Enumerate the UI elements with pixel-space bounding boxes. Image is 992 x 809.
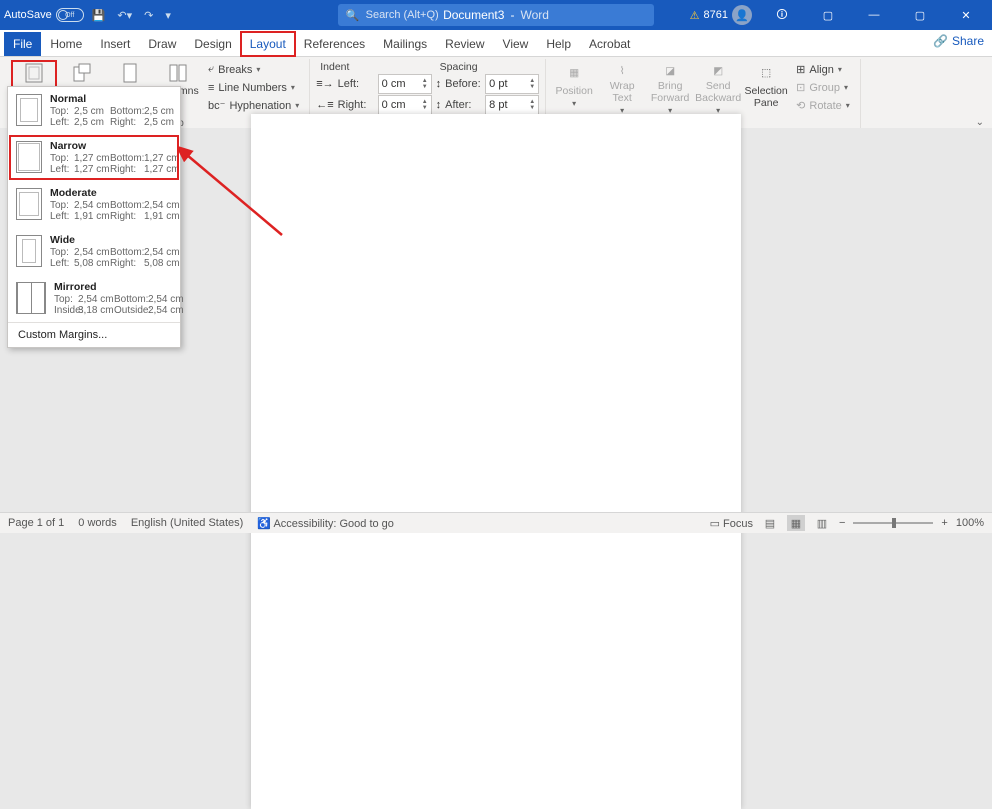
search-icon: 🔍 <box>346 9 360 22</box>
minimize-button[interactable]: — <box>852 0 896 30</box>
position-icon: ▦ <box>564 63 584 83</box>
tab-references[interactable]: References <box>295 32 374 56</box>
language-status[interactable]: English (United States) <box>131 517 244 529</box>
ribbon-collapse-icon[interactable]: ⌄ <box>976 117 984 128</box>
breaks-button[interactable]: ⤶ Breaks ▾ <box>204 61 303 78</box>
zoom-out-button[interactable]: − <box>839 517 845 529</box>
document-page[interactable] <box>251 114 741 809</box>
wrap-icon: ⌇ <box>612 63 632 78</box>
margins-icon <box>24 63 44 83</box>
undo-icon[interactable]: ↶▾ <box>113 4 136 26</box>
tab-draw[interactable]: Draw <box>139 32 185 56</box>
redo-icon[interactable]: ↷ <box>140 4 157 26</box>
web-layout-icon[interactable]: ▥ <box>813 515 831 531</box>
indent-left-input[interactable]: 0 cm▲▼ <box>378 74 432 94</box>
rotate-button: ⟲ Rotate ▾ <box>792 97 854 114</box>
columns-icon <box>168 63 188 83</box>
margins-option-moderate[interactable]: Moderate Top:2,54 cmBottom:2,54 cm Left:… <box>8 181 180 228</box>
print-layout-icon[interactable]: ▦ <box>787 515 805 531</box>
group-button: ⊡ Group ▾ <box>792 79 854 96</box>
warning-icon[interactable]: ⚠ <box>690 9 700 22</box>
tab-layout[interactable]: Layout <box>241 32 295 56</box>
autosave-toggle[interactable]: AutoSave Off <box>4 8 84 22</box>
close-button[interactable]: ✕ <box>944 0 988 30</box>
mirrored-icon <box>16 282 46 314</box>
normal-icon <box>16 94 42 126</box>
focus-button[interactable]: ▭ Focus <box>710 517 753 530</box>
bring-forward-button: ◪Bring Forward▾ <box>648 61 692 115</box>
tab-file[interactable]: File <box>4 32 41 56</box>
send-backward-button: ◩Send Backward▾ <box>696 61 740 115</box>
spacing-before-input[interactable]: 0 pt▲▼ <box>485 74 539 94</box>
tab-review[interactable]: Review <box>436 32 493 56</box>
ribbon-tabs: File Home Insert Draw Design Layout Refe… <box>0 30 992 57</box>
moderate-icon <box>16 188 42 220</box>
tab-view[interactable]: View <box>494 32 538 56</box>
ribbon-display-icon[interactable]: ▢ <box>806 0 850 30</box>
tab-mailings[interactable]: Mailings <box>374 32 436 56</box>
maximize-button[interactable]: ▢ <box>898 0 942 30</box>
save-icon[interactable]: 💾 <box>88 4 110 26</box>
position-button: ▦Position▾ <box>552 61 596 115</box>
tab-home[interactable]: Home <box>41 32 91 56</box>
tab-design[interactable]: Design <box>185 32 240 56</box>
spacing-after-input[interactable]: 8 pt▲▼ <box>485 95 539 115</box>
zoom-slider[interactable] <box>853 522 933 524</box>
hyphenation-button[interactable]: bc⁻ Hyphenation ▾ <box>204 97 303 114</box>
wrap-text-button: ⌇Wrap Text▾ <box>600 61 644 115</box>
margins-option-normal[interactable]: Normal Top:2,5 cmBottom:2,5 cm Left:2,5 … <box>8 87 180 134</box>
share-button[interactable]: 🔗 Share <box>933 34 984 48</box>
align-button[interactable]: ⊞ Align ▾ <box>792 61 854 78</box>
orientation-icon <box>72 63 92 83</box>
custom-margins-button[interactable]: Custom Margins... <box>8 322 180 347</box>
read-mode-icon[interactable]: ▤ <box>761 515 779 531</box>
tab-help[interactable]: Help <box>537 32 580 56</box>
search-box[interactable]: 🔍 Search (Alt+Q) <box>338 4 654 26</box>
margins-option-wide[interactable]: Wide Top:2,54 cmBottom:2,54 cm Left:5,08… <box>8 228 180 275</box>
margins-dropdown: Normal Top:2,5 cmBottom:2,5 cm Left:2,5 … <box>7 86 181 348</box>
backward-icon: ◩ <box>708 63 728 78</box>
zoom-level[interactable]: 100% <box>956 517 984 529</box>
forward-icon: ◪ <box>660 63 680 78</box>
notification-count: 8761 <box>704 9 728 21</box>
search-placeholder: Search (Alt+Q) <box>366 9 439 21</box>
title-bar: AutoSave Off 💾 ↶▾ ↷ ▾ Document3-Word 🔍 S… <box>0 0 992 30</box>
size-icon <box>120 63 140 83</box>
wide-icon <box>16 235 42 267</box>
accessibility-status[interactable]: ♿ Accessibility: Good to go <box>257 517 394 530</box>
indent-right-input[interactable]: 0 cm▲▼ <box>378 95 432 115</box>
qat-customize-icon[interactable]: ▾ <box>161 4 175 26</box>
coming-soon-icon[interactable]: 🛈 <box>760 0 804 30</box>
margins-option-mirrored[interactable]: Mirrored Top:2,54 cmBottom:2,54 cm Insid… <box>8 275 180 322</box>
page-status[interactable]: Page 1 of 1 <box>8 517 64 529</box>
line-numbers-button[interactable]: ≡ Line Numbers ▾ <box>204 79 303 96</box>
margins-option-narrow[interactable]: Narrow Top:1,27 cmBottom:1,27 cm Left:1,… <box>8 134 180 181</box>
tab-insert[interactable]: Insert <box>91 32 139 56</box>
selection-icon: ⬚ <box>756 63 776 83</box>
word-count[interactable]: 0 words <box>78 517 117 529</box>
selection-pane-button[interactable]: ⬚Selection Pane <box>744 61 788 115</box>
autosave-label: AutoSave <box>4 9 52 21</box>
narrow-icon <box>16 141 42 173</box>
account-avatar[interactable]: 👤 <box>732 5 752 25</box>
tab-acrobat[interactable]: Acrobat <box>580 32 639 56</box>
zoom-in-button[interactable]: + <box>941 517 947 529</box>
status-bar: Page 1 of 1 0 words English (United Stat… <box>0 512 992 533</box>
